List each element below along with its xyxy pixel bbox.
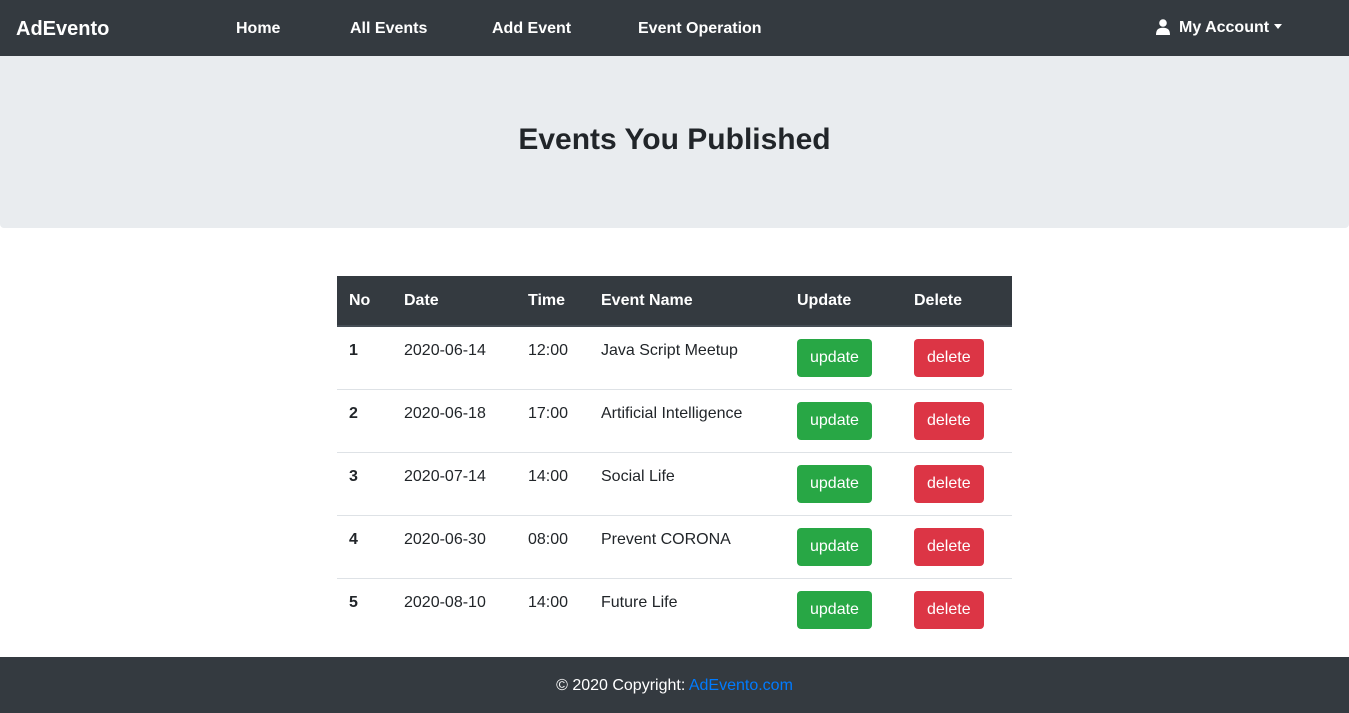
row-date: 2020-06-14 — [404, 341, 486, 359]
row-no: 5 — [337, 570, 392, 634]
table-row: 4 2020-06-30 08:00 Prevent CORONA update… — [337, 507, 1012, 578]
row-event-name: Java Script Meetup — [601, 341, 738, 359]
copyright-text: © 2020 Copyright: — [556, 677, 689, 694]
events-table: No Date Time Event Name Update Delete 1 … — [337, 276, 1012, 641]
header-update: Update — [785, 276, 902, 327]
update-button[interactable]: update — [797, 338, 872, 377]
delete-button[interactable]: delete — [914, 464, 984, 503]
row-time: 14:00 — [516, 444, 589, 508]
table-row: 5 2020-08-10 14:00 Future Life update de… — [337, 570, 1012, 641]
row-event-name: Prevent CORONA — [589, 507, 785, 571]
update-button[interactable]: update — [797, 401, 872, 440]
nav-add-event[interactable]: Add Event — [492, 0, 571, 56]
row-date: 2020-07-14 — [392, 444, 516, 508]
row-no: 2 — [337, 381, 392, 445]
table-row: 3 2020-07-14 14:00 Social Life update de… — [337, 444, 1012, 515]
update-button[interactable]: update — [797, 527, 872, 566]
footer-site-link[interactable]: AdEvento.com — [689, 677, 793, 694]
row-time: 17:00 — [516, 381, 589, 445]
row-date: 2020-06-18 — [392, 381, 516, 445]
my-account-dropdown[interactable]: My Account — [1156, 0, 1283, 56]
delete-button[interactable]: delete — [914, 338, 984, 377]
row-no: 4 — [337, 507, 392, 571]
header-delete: Delete — [902, 276, 1012, 327]
row-time: 12:00 — [528, 341, 569, 359]
row-event-name: Future Life — [589, 570, 785, 634]
nav-all-events[interactable]: All Events — [350, 0, 427, 56]
caret-down-icon — [1274, 23, 1283, 29]
delete-button[interactable]: delete — [914, 527, 984, 566]
table-row: 2 2020-06-18 17:00 Artificial Intelligen… — [337, 381, 1012, 452]
top-navbar: AdEvento Home All Events Add Event Event… — [0, 0, 1349, 56]
update-button[interactable]: update — [797, 464, 872, 503]
update-button[interactable]: update — [797, 590, 872, 629]
row-event-name: Social Life — [589, 444, 785, 508]
row-event-name: Artificial Intelligence — [589, 381, 785, 445]
user-icon — [1156, 18, 1170, 35]
row-time: 08:00 — [516, 507, 589, 571]
page-footer: © 2020 Copyright: AdEvento.com — [0, 657, 1349, 713]
hero-banner: Events You Published — [0, 56, 1349, 228]
row-date: 2020-06-30 — [392, 507, 516, 571]
row-no: 1 — [349, 341, 358, 359]
nav-event-operation[interactable]: Event Operation — [638, 0, 762, 56]
delete-button[interactable]: delete — [914, 401, 984, 440]
row-date: 2020-08-10 — [392, 570, 516, 634]
delete-button[interactable]: delete — [914, 590, 984, 629]
row-time: 14:00 — [516, 570, 589, 634]
page-title: Events You Published — [518, 123, 831, 156]
nav-home[interactable]: Home — [236, 0, 280, 56]
row-no: 3 — [337, 444, 392, 508]
my-account-label: My Account — [1179, 19, 1270, 36]
brand-logo[interactable]: AdEvento — [16, 0, 109, 56]
table-row: 1 2020-06-14 12:00 Java Script Meetup up… — [337, 326, 1012, 389]
